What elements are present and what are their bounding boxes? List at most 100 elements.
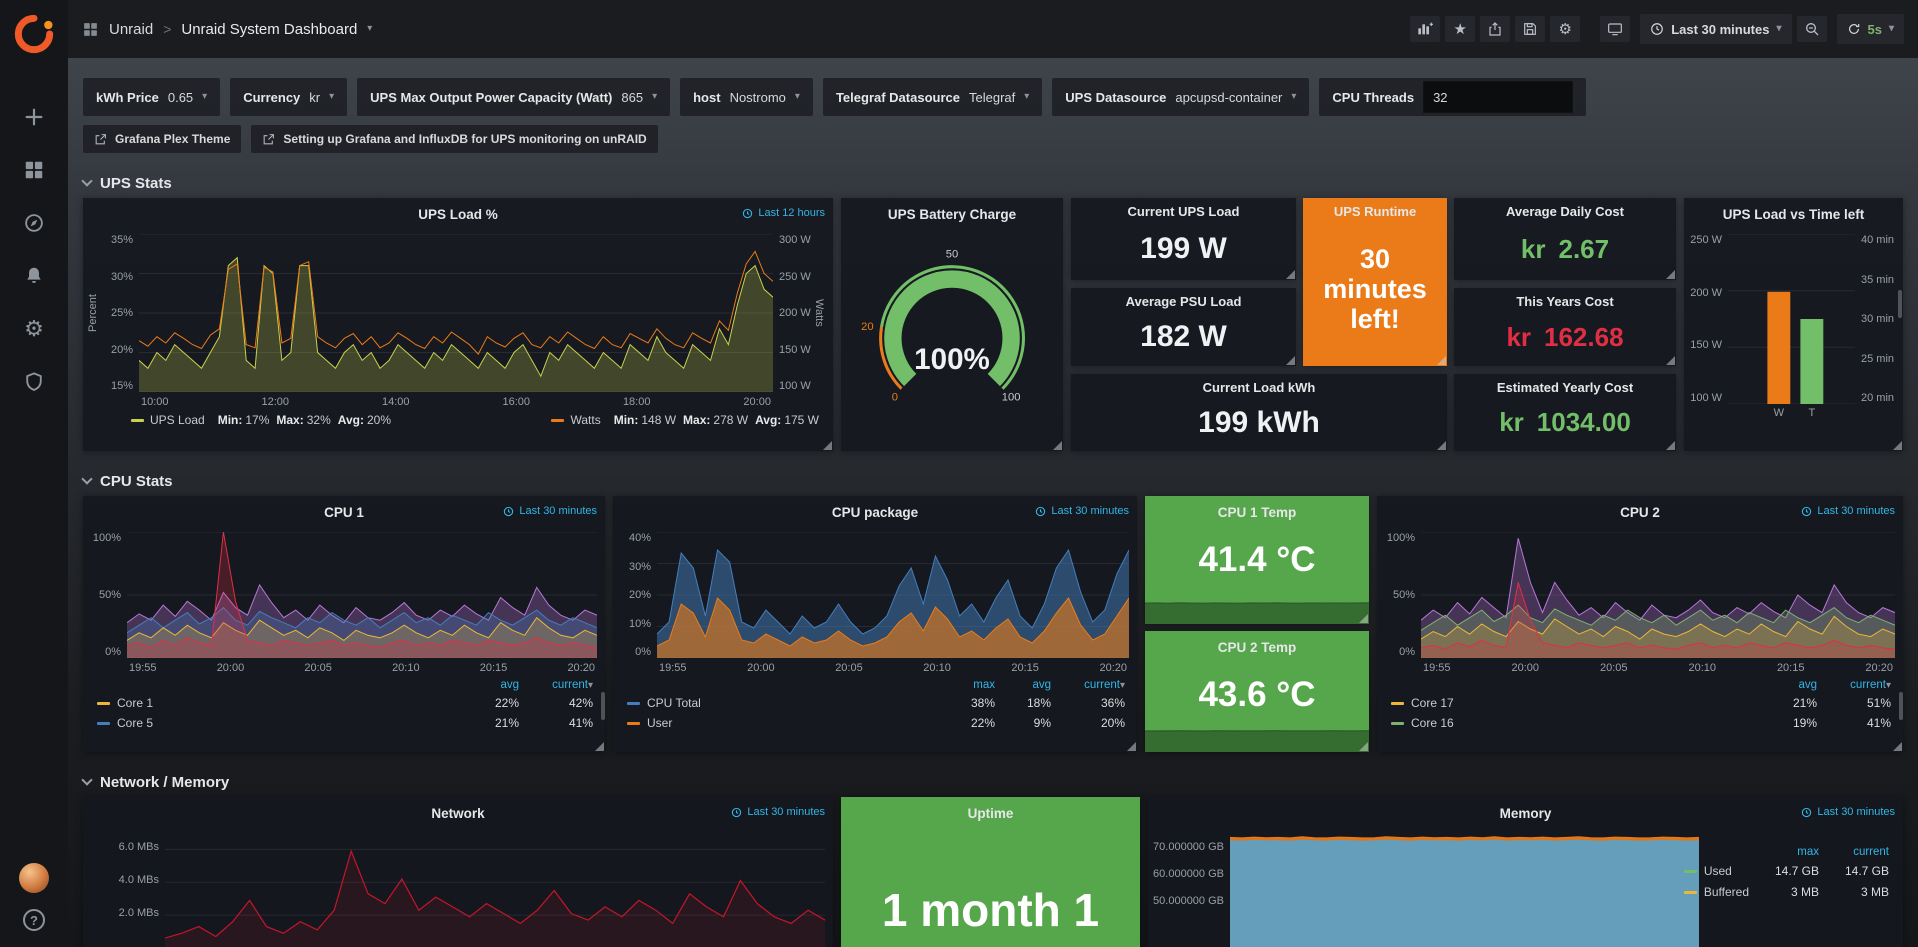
help-icon[interactable]: ? <box>23 909 45 931</box>
cpu1-chart[interactable] <box>127 532 597 658</box>
variable-value[interactable]: Nostromo <box>730 90 786 105</box>
legend-item[interactable]: Core 1 <box>97 693 461 713</box>
panel-title[interactable]: Average Daily Cost <box>1454 198 1676 224</box>
ups-load-chart[interactable] <box>139 234 773 392</box>
legend-item[interactable]: Watts Min:148 WMax:278 WAvg:175 W <box>551 413 819 427</box>
y-axis-left: 100% 50% 0% <box>87 532 127 658</box>
row-header-network-memory[interactable]: Network / Memory <box>83 774 1903 791</box>
panel-title[interactable]: Current Load kWh <box>1071 374 1447 400</box>
legend-sort-header[interactable]: current▾ <box>1051 677 1125 693</box>
legend-item[interactable]: UPS Load Min:17%Max:32%Avg:20% <box>131 413 391 427</box>
panel-title[interactable]: CPU 1 <box>324 505 364 520</box>
scrollbar-thumb[interactable] <box>1899 692 1903 720</box>
dashboard-title-caret-icon[interactable]: ▾ <box>367 24 372 34</box>
panel-title[interactable]: UPS Load vs Time left <box>1723 207 1865 222</box>
ups-bars-chart[interactable] <box>1728 234 1855 404</box>
panel-title[interactable]: Uptime <box>968 806 1014 821</box>
legend-item[interactable]: Used <box>1684 861 1749 882</box>
variable-value[interactable]: kr <box>309 90 320 105</box>
legend-value: 18% <box>995 693 1051 713</box>
scrollbar-thumb[interactable] <box>1898 290 1902 318</box>
star-button[interactable]: ★ <box>1445 16 1475 42</box>
panel-title[interactable]: This Years Cost <box>1454 288 1676 314</box>
variable-telegraf-datasource[interactable]: Telegraf Datasource Telegraf ▾ <box>823 78 1042 116</box>
variable-value[interactable]: 0.65 <box>168 90 193 105</box>
variable-host[interactable]: host Nostromo ▾ <box>680 78 813 116</box>
chevron-down-icon <box>81 473 92 484</box>
legend-sort-header[interactable]: current <box>1823 843 1889 861</box>
legend-value: 3 MB <box>1753 882 1819 903</box>
legend-item[interactable]: Core 16 <box>1391 713 1759 733</box>
panel-title[interactable]: UPS Runtime <box>1303 198 1447 224</box>
alerting-bell-icon[interactable] <box>21 263 47 289</box>
stat-value: 43.6 °C <box>1145 675 1369 715</box>
panel-title[interactable]: Current UPS Load <box>1071 198 1296 224</box>
create-plus-icon[interactable] <box>21 104 47 130</box>
sort-caret-icon: ▾ <box>588 680 593 691</box>
variable-value[interactable]: Telegraf <box>969 90 1015 105</box>
variable-label: Telegraf Datasource <box>836 90 960 105</box>
cycle-view-tv-button[interactable] <box>1600 16 1630 42</box>
network-chart[interactable] <box>165 833 825 947</box>
gauge-scale-label: 50 <box>946 249 958 261</box>
grafana-logo-icon[interactable] <box>14 14 54 54</box>
y-tick: 40 min <box>1861 234 1894 246</box>
panel-title[interactable]: UPS Load % <box>418 207 498 222</box>
explore-compass-icon[interactable] <box>21 210 47 236</box>
legend-item[interactable]: Core 5 <box>97 713 461 733</box>
breadcrumb-folder[interactable]: Unraid <box>109 21 153 38</box>
legend-sort-header[interactable]: avg <box>461 677 519 693</box>
gauge-scale-label: 100 <box>1002 391 1021 403</box>
variable-ups-max-output[interactable]: UPS Max Output Power Capacity (Watt) 865… <box>357 78 670 116</box>
configuration-gear-icon[interactable]: ⚙ <box>21 316 47 342</box>
variable-value[interactable]: apcupsd-container <box>1175 90 1282 105</box>
legend-color-marker <box>1391 722 1404 725</box>
cpu2-chart[interactable] <box>1421 532 1895 658</box>
scrollbar-thumb[interactable] <box>601 692 605 720</box>
legend-item[interactable]: Core 17 <box>1391 693 1759 713</box>
time-range-picker[interactable]: Last 30 minutes ▾ <box>1640 14 1791 44</box>
panel-title[interactable]: Memory <box>1500 806 1552 821</box>
variable-ups-datasource[interactable]: UPS Datasource apcupsd-container ▾ <box>1052 78 1309 116</box>
panel-title[interactable]: UPS Battery Charge <box>888 207 1016 222</box>
share-button[interactable] <box>1480 16 1510 42</box>
legend-sort-header[interactable]: max <box>1753 843 1819 861</box>
dashboard-grid-icon[interactable] <box>82 21 99 38</box>
panel-title[interactable]: CPU 2 <box>1620 505 1660 520</box>
user-avatar[interactable] <box>19 863 49 893</box>
zoom-out-button[interactable] <box>1797 16 1827 42</box>
cpu-package-chart[interactable] <box>657 532 1129 658</box>
save-button[interactable] <box>1515 16 1545 42</box>
dashboard-settings-button[interactable]: ⚙ <box>1550 16 1580 42</box>
panel-title[interactable]: Network <box>431 806 484 821</box>
dashboards-icon[interactable] <box>21 157 47 183</box>
legend-sort-header[interactable]: avg <box>1759 677 1817 693</box>
link-grafana-plex-theme[interactable]: Grafana Plex Theme <box>83 125 241 153</box>
refresh-picker[interactable]: 5s ▾ <box>1837 14 1905 44</box>
cpu-threads-input[interactable] <box>1423 81 1573 113</box>
legend-item[interactable]: User <box>627 713 939 733</box>
x-axis: 19:55 20:00 20:05 20:10 20:15 20:20 <box>657 658 1129 674</box>
panel-title[interactable]: CPU package <box>832 505 918 520</box>
add-panel-button[interactable] <box>1410 16 1440 42</box>
legend-item[interactable]: CPU Total <box>627 693 939 713</box>
variable-value[interactable]: 865 <box>621 90 643 105</box>
legend-sort-header[interactable]: avg <box>995 677 1051 693</box>
server-admin-shield-icon[interactable] <box>21 369 47 395</box>
gauge-scale-label: 0 <box>892 391 898 403</box>
variable-currency[interactable]: Currency kr ▾ <box>230 78 347 116</box>
row-header-cpu-stats[interactable]: CPU Stats <box>83 473 1903 490</box>
legend-sort-header[interactable]: current▾ <box>519 677 593 693</box>
panel-title[interactable]: CPU 2 Temp <box>1218 640 1297 655</box>
dashboard-title[interactable]: Unraid System Dashboard <box>181 21 357 38</box>
legend-item[interactable]: Buffered <box>1684 882 1749 903</box>
variable-kwh-price[interactable]: kWh Price 0.65 ▾ <box>83 78 220 116</box>
legend-sort-header[interactable]: max <box>939 677 995 693</box>
panel-title[interactable]: CPU 1 Temp <box>1218 505 1297 520</box>
link-ups-monitoring-guide[interactable]: Setting up Grafana and InfluxDB for UPS … <box>251 125 657 153</box>
row-header-ups-stats[interactable]: UPS Stats <box>83 175 1903 192</box>
legend-sort-header[interactable]: current▾ <box>1817 677 1891 693</box>
memory-chart[interactable] <box>1230 833 1699 947</box>
panel-title[interactable]: Estimated Yearly Cost <box>1454 374 1676 400</box>
panel-title[interactable]: Average PSU Load <box>1071 288 1296 314</box>
